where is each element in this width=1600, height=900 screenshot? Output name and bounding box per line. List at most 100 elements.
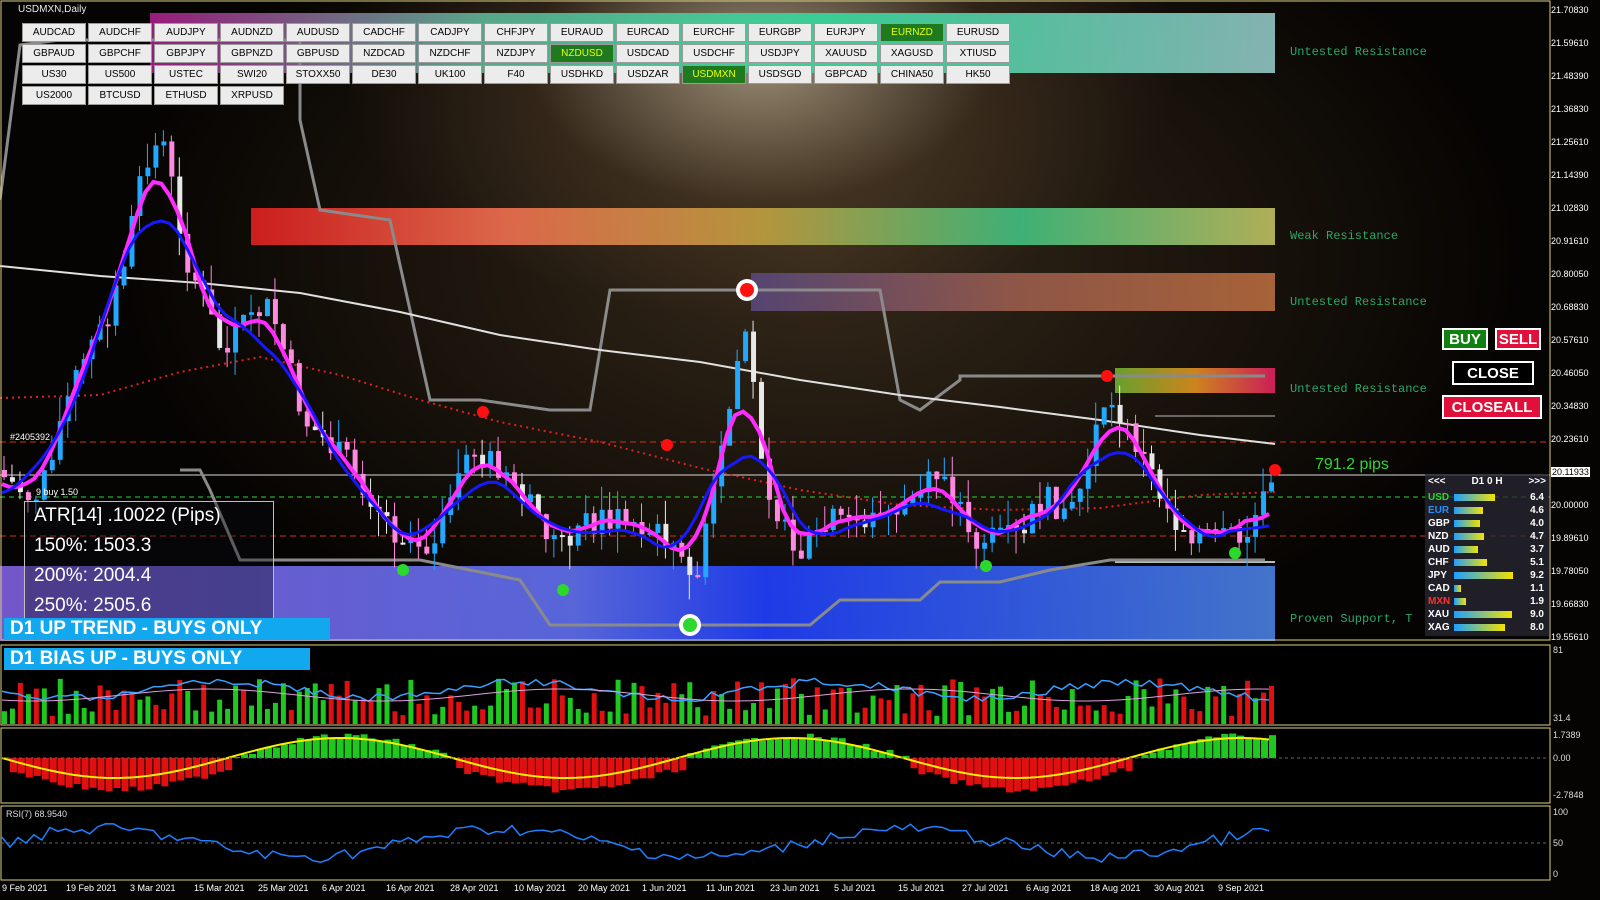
- symbol-button-hk50[interactable]: HK50: [946, 65, 1010, 84]
- fractal-high-marker-major-inner: [740, 283, 754, 297]
- symbol-button-gbpaud[interactable]: GBPAUD: [22, 44, 86, 63]
- strength-currency: GBP: [1428, 518, 1450, 529]
- symbol-button-eurnzd[interactable]: EURNZD: [880, 23, 944, 42]
- symbol-button-audcad[interactable]: AUDCAD: [22, 23, 86, 42]
- oscillator-bar: [121, 758, 129, 792]
- sell-button[interactable]: SELL: [1495, 328, 1541, 350]
- symbol-button-cadchf[interactable]: CADCHF: [352, 23, 416, 42]
- candle-body: [400, 542, 406, 545]
- symbol-button-usdmxn[interactable]: USDMXN: [682, 65, 746, 84]
- candle-body: [169, 141, 175, 177]
- symbol-button-us500[interactable]: US500: [88, 65, 152, 84]
- volume-bar: [169, 693, 175, 724]
- oscillator-bar: [504, 758, 511, 783]
- price-chart[interactable]: [0, 0, 1600, 900]
- volume-bar: [782, 683, 788, 724]
- symbol-button-xrpusd[interactable]: XRPUSD: [220, 86, 284, 105]
- candle-body: [751, 331, 757, 382]
- symbol-button-xtiusd[interactable]: XTIUSD: [946, 44, 1010, 63]
- symbol-button-chfjpy[interactable]: CHFJPY: [484, 23, 548, 42]
- strength-next-button[interactable]: >>>: [1528, 476, 1546, 489]
- volume-bar: [543, 703, 549, 724]
- volume-bar: [464, 710, 470, 724]
- close-button[interactable]: CLOSE: [1452, 361, 1534, 385]
- symbol-button-gbpusd[interactable]: GBPUSD: [286, 44, 350, 63]
- time-axis-label: 6 Aug 2021: [1026, 883, 1072, 893]
- oscillator-bar: [774, 739, 782, 758]
- volume-bar: [806, 714, 812, 724]
- symbol-button-usdzar[interactable]: USDZAR: [616, 65, 680, 84]
- closeall-button[interactable]: CLOSEALL: [1442, 395, 1542, 419]
- oscillator-bar: [1006, 758, 1014, 793]
- symbol-button-audusd[interactable]: AUDUSD: [286, 23, 350, 42]
- symbol-button-eurchf[interactable]: EURCHF: [682, 23, 746, 42]
- strength-row-eur: EUR 4.6: [1425, 504, 1549, 517]
- oscillator-bar: [1014, 758, 1021, 792]
- symbol-button-gbpcad[interactable]: GBPCAD: [814, 65, 878, 84]
- symbol-button-audnzd[interactable]: AUDNZD: [220, 23, 284, 42]
- candle-body: [695, 574, 701, 578]
- oscillator-bar: [591, 758, 599, 789]
- symbol-button-swi20[interactable]: SWI20: [220, 65, 284, 84]
- volume-bar: [328, 684, 334, 724]
- symbol-button-cadjpy[interactable]: CADJPY: [418, 23, 482, 42]
- symbol-button-ustec[interactable]: USTEC: [154, 65, 218, 84]
- volume-bar: [695, 707, 701, 724]
- fractal-low-marker: [980, 560, 992, 572]
- volume-bar: [65, 713, 71, 724]
- symbol-button-stoxx50[interactable]: STOXX50: [286, 65, 350, 84]
- symbol-button-usdcad[interactable]: USDCAD: [616, 44, 680, 63]
- volume-bar: [472, 705, 478, 724]
- symbol-button-usdsgd[interactable]: USDSGD: [748, 65, 812, 84]
- symbol-button-euraud[interactable]: EURAUD: [550, 23, 614, 42]
- symbol-button-gbpchf[interactable]: GBPCHF: [88, 44, 152, 63]
- atr-panel: ATR[14] .10022 (Pips) 150%: 1503.3 200%:…: [24, 501, 274, 621]
- symbol-button-audjpy[interactable]: AUDJPY: [154, 23, 218, 42]
- symbol-button-btcusd[interactable]: BTCUSD: [88, 86, 152, 105]
- symbol-button-nzdjpy[interactable]: NZDJPY: [484, 44, 548, 63]
- price-axis-label: 21.25610: [1551, 137, 1589, 147]
- rsi-mid-label: 50: [1553, 838, 1564, 848]
- buy-button[interactable]: BUY: [1442, 328, 1488, 350]
- symbol-button-audchf[interactable]: AUDCHF: [88, 23, 152, 42]
- symbol-button-eurusd[interactable]: EURUSD: [946, 23, 1010, 42]
- symbol-button-usdhkd[interactable]: USDHKD: [550, 65, 614, 84]
- oscillator-bar: [1261, 738, 1269, 758]
- symbol-button-f40[interactable]: F40: [484, 65, 548, 84]
- oscillator-bar: [225, 758, 233, 771]
- volume-bar: [249, 705, 254, 724]
- symbol-button-china50[interactable]: CHINA50: [880, 65, 944, 84]
- symbol-button-de30[interactable]: DE30: [352, 65, 416, 84]
- symbol-button-gbpnzd[interactable]: GBPNZD: [220, 44, 284, 63]
- symbol-button-us2000[interactable]: US2000: [22, 86, 86, 105]
- strength-row-aud: AUD 3.7: [1425, 543, 1549, 556]
- zone-untested-resistance-3: [1115, 368, 1275, 393]
- symbol-button-gbpjpy[interactable]: GBPJPY: [154, 44, 218, 63]
- strength-bar: [1454, 572, 1513, 579]
- symbol-button-usdchf[interactable]: USDCHF: [682, 44, 746, 63]
- symbol-button-us30[interactable]: US30: [22, 65, 86, 84]
- sub1-bottom-label: 31.4: [1553, 713, 1571, 723]
- symbol-button-eurgbp[interactable]: EURGBP: [748, 23, 812, 42]
- volume-bar: [950, 679, 956, 724]
- candle-body: [1101, 407, 1107, 425]
- symbol-button-uk100[interactable]: UK100: [418, 65, 482, 84]
- symbol-button-xagusd[interactable]: XAGUSD: [880, 44, 944, 63]
- volume-bar: [400, 715, 406, 724]
- oscillator-bar: [1253, 738, 1261, 758]
- symbol-button-nzdcad[interactable]: NZDCAD: [352, 44, 416, 63]
- oscillator-bar: [1181, 744, 1189, 758]
- symbol-button-usdjpy[interactable]: USDJPY: [748, 44, 812, 63]
- symbol-button-eurjpy[interactable]: EURJPY: [814, 23, 878, 42]
- strength-value: 6.4: [1530, 492, 1544, 503]
- symbol-button-nzdusd[interactable]: NZDUSD: [550, 44, 614, 63]
- oscillator-bar: [1165, 749, 1173, 758]
- symbol-button-eurcad[interactable]: EURCAD: [616, 23, 680, 42]
- symbol-button-xauusd[interactable]: XAUUSD: [814, 44, 878, 63]
- candle-body: [806, 533, 812, 559]
- symbol-button-ethusd[interactable]: ETHUSD: [154, 86, 218, 105]
- strength-prev-button[interactable]: <<<: [1428, 476, 1446, 489]
- symbol-button-nzdchf[interactable]: NZDCHF: [418, 44, 482, 63]
- candle-body: [272, 299, 278, 325]
- strength-value: 1.1: [1530, 583, 1544, 594]
